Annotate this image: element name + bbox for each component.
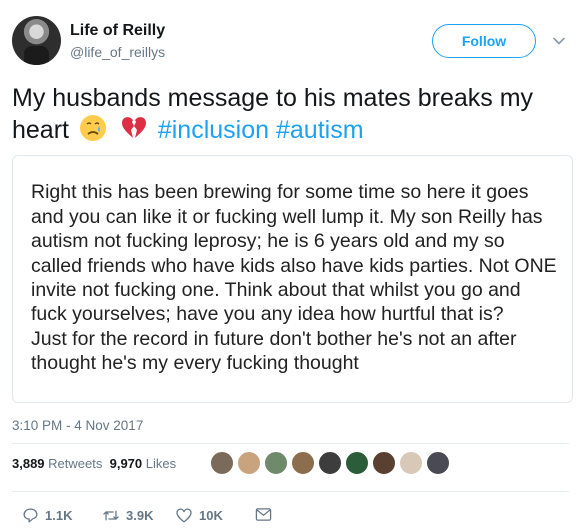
retweet-button[interactable]: 3.9K [102,507,153,524]
divider [12,443,569,444]
divider [12,491,569,492]
retweet-count: 3.9K [126,508,154,523]
avatar[interactable] [12,16,61,65]
tweet-header: Life of Reilly @life_of_reillys Follow [12,14,569,70]
liker-avatar[interactable] [291,451,315,475]
liker-avatar[interactable] [210,451,234,475]
liker-avatar[interactable] [372,451,396,475]
broken-heart-icon [121,117,146,138]
liker-avatar[interactable] [345,451,369,475]
envelope-icon [255,508,272,521]
reply-count: 1.1K [45,508,73,523]
like-button[interactable]: 10K [175,507,223,524]
hashtag-inclusion[interactable]: #inclusion [158,116,269,144]
retweet-icon [103,510,119,521]
follow-button[interactable]: Follow [432,24,536,58]
tweet-image[interactable]: Right this has been brewing for some tim… [12,155,573,403]
liker-avatars [210,451,453,479]
tweet-text: My husbands message to his mates breaks … [12,82,572,146]
user-handle[interactable]: @life_of_reillys [70,44,165,60]
crying-face-icon [79,115,106,141]
reply-icon [23,508,38,523]
image-text: Right this has been brewing for some tim… [31,181,557,375]
direct-message-button[interactable] [255,507,278,522]
reply-button[interactable]: 1.1K [22,507,72,524]
like-count: 10K [199,508,223,523]
likes-stat[interactable]: 9,970 Likes [110,456,177,471]
liker-avatar[interactable] [264,451,288,475]
heart-icon [176,508,192,523]
hashtag-autism[interactable]: #autism [276,116,364,144]
retweets-stat[interactable]: 3,889 Retweets [12,456,102,471]
tweet-timestamp[interactable]: 3:10 PM - 4 Nov 2017 [12,418,143,433]
liker-avatar[interactable] [318,451,342,475]
likes-count: 9,970 [109,456,143,471]
user-name[interactable]: Life of Reilly [70,22,165,40]
liker-avatar[interactable] [237,451,261,475]
retweets-label: Retweets [48,456,103,471]
likes-label: Likes [145,456,177,471]
liker-avatar[interactable] [399,451,423,475]
engagement-stats: 3,889 Retweets 9,970 Likes [12,456,176,471]
chevron-down-icon[interactable] [552,34,566,48]
retweets-count: 3,889 [12,456,45,471]
liker-avatar[interactable] [426,451,450,475]
